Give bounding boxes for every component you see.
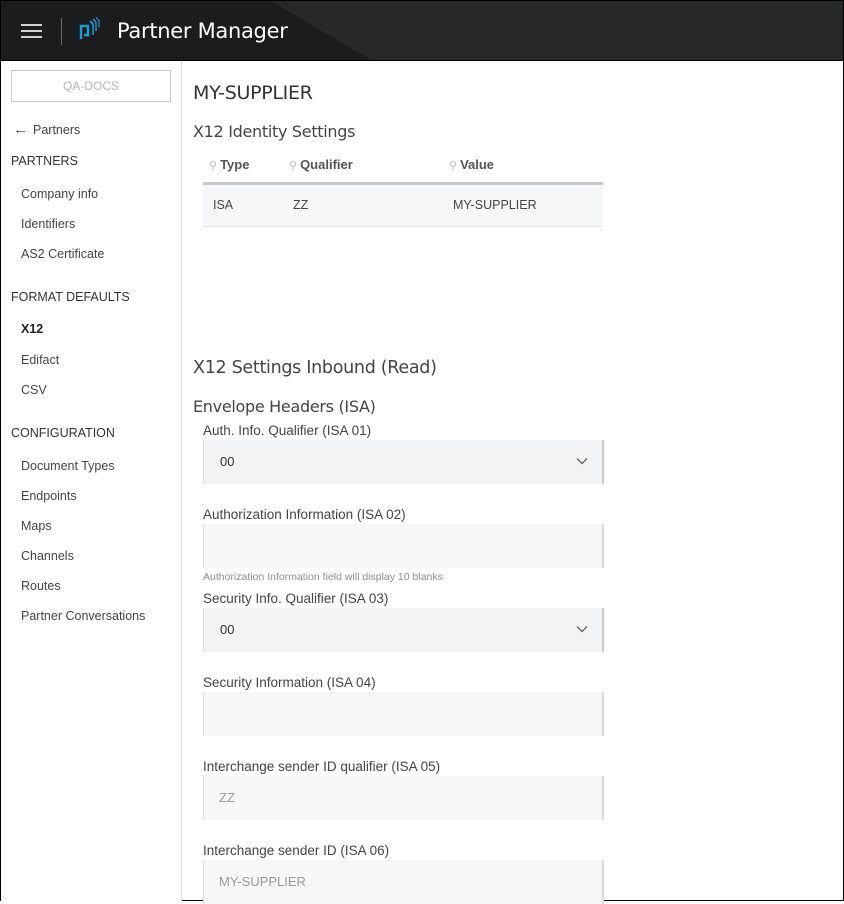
isa06-label: Interchange sender ID (ISA 06) [203, 843, 390, 858]
table-header: ⚲ Type ⚲ Qualifier ⚲ Value [203, 150, 603, 185]
section-heading-format-defaults: FORMAT DEFAULTS [11, 290, 130, 304]
sidebar-item-as2-certificate[interactable]: AS2 Certificate [21, 247, 104, 261]
isa01-value: 00 [220, 454, 235, 469]
isa02-input[interactable] [203, 524, 604, 568]
isa02-hint: Authorization Information field will dis… [203, 571, 443, 583]
search-icon: ⚲ [449, 160, 458, 172]
back-to-partners-link[interactable]: ← Partners [13, 121, 80, 138]
chevron-down-icon [576, 458, 588, 465]
sidebar-item-identifiers[interactable]: Identifiers [21, 217, 75, 231]
isa05-label: Interchange sender ID qualifier (ISA 05) [203, 759, 441, 774]
app-header: Partner Manager [1, 1, 843, 61]
isa04-label: Security Information (ISA 04) [203, 675, 376, 690]
cell-qualifier: ZZ [293, 198, 309, 212]
sidebar-item-endpoints[interactable]: Endpoints [21, 489, 77, 503]
isa05-input[interactable]: ZZ [203, 776, 604, 820]
isa03-value: 00 [220, 622, 235, 637]
column-header-qualifier[interactable]: ⚲ Qualifier [289, 157, 353, 172]
identity-table: ⚲ Type ⚲ Qualifier ⚲ Value ISA ZZ MY-SUPPLI… [203, 150, 603, 227]
sidebar-item-channels[interactable]: Channels [21, 549, 74, 563]
isa02-label: Authorization Information (ISA 02) [203, 507, 406, 522]
isa04-input[interactable] [203, 692, 604, 736]
sidebar-item-company-info[interactable]: Company info [21, 187, 98, 201]
isa05-value: ZZ [219, 790, 235, 805]
isa06-input[interactable]: MY-SUPPLIER [203, 860, 604, 904]
sidebar-item-routes[interactable]: Routes [21, 579, 61, 593]
sidebar-item-maps[interactable]: Maps [21, 519, 52, 533]
isa03-label: Security Info. Qualifier (ISA 03) [203, 591, 389, 606]
sidebar-item-partner-conversations[interactable]: Partner Conversations [21, 609, 145, 623]
sidebar-item-csv[interactable]: CSV [21, 383, 47, 397]
section-heading-partners: PARTNERS [11, 154, 78, 168]
cell-type: ISA [213, 198, 234, 212]
column-header-type[interactable]: ⚲ Type [209, 157, 249, 172]
envelope-headers-heading: Envelope Headers (ISA) [193, 397, 376, 416]
header-divider [61, 18, 62, 45]
isa03-select[interactable]: 00 [203, 608, 604, 652]
column-header-value[interactable]: ⚲ Value [449, 157, 494, 172]
arrow-left-icon: ← [13, 121, 28, 138]
back-link-label: Partners [33, 123, 81, 137]
partner-manager-logo-icon [79, 17, 100, 39]
app-title: Partner Manager [117, 19, 288, 43]
section-heading-configuration: CONFIGURATION [11, 426, 115, 440]
isa01-select[interactable]: 00 [203, 440, 604, 484]
sidebar-item-edifact[interactable]: Edifact [21, 353, 59, 367]
isa06-value: MY-SUPPLIER [219, 874, 306, 889]
hamburger-menu-icon[interactable] [21, 21, 43, 39]
org-selector[interactable]: QA-DOCS [11, 70, 171, 102]
table-row[interactable]: ISA ZZ MY-SUPPLIER [203, 185, 603, 227]
page-title: MY-SUPPLIER [193, 82, 313, 104]
search-icon: ⚲ [209, 160, 218, 172]
inbound-settings-heading: X12 Settings Inbound (Read) [193, 358, 437, 378]
sidebar-item-document-types[interactable]: Document Types [21, 459, 115, 473]
isa01-label: Auth. Info. Qualifier (ISA 01) [203, 423, 372, 438]
search-icon: ⚲ [289, 160, 298, 172]
sidebar-item-x12[interactable]: X12 [21, 322, 43, 336]
sidebar: QA-DOCS ← Partners PARTNERS Company info … [1, 61, 182, 901]
identity-settings-heading: X12 Identity Settings [193, 122, 356, 141]
cell-value: MY-SUPPLIER [453, 198, 537, 212]
chevron-down-icon [576, 626, 588, 633]
